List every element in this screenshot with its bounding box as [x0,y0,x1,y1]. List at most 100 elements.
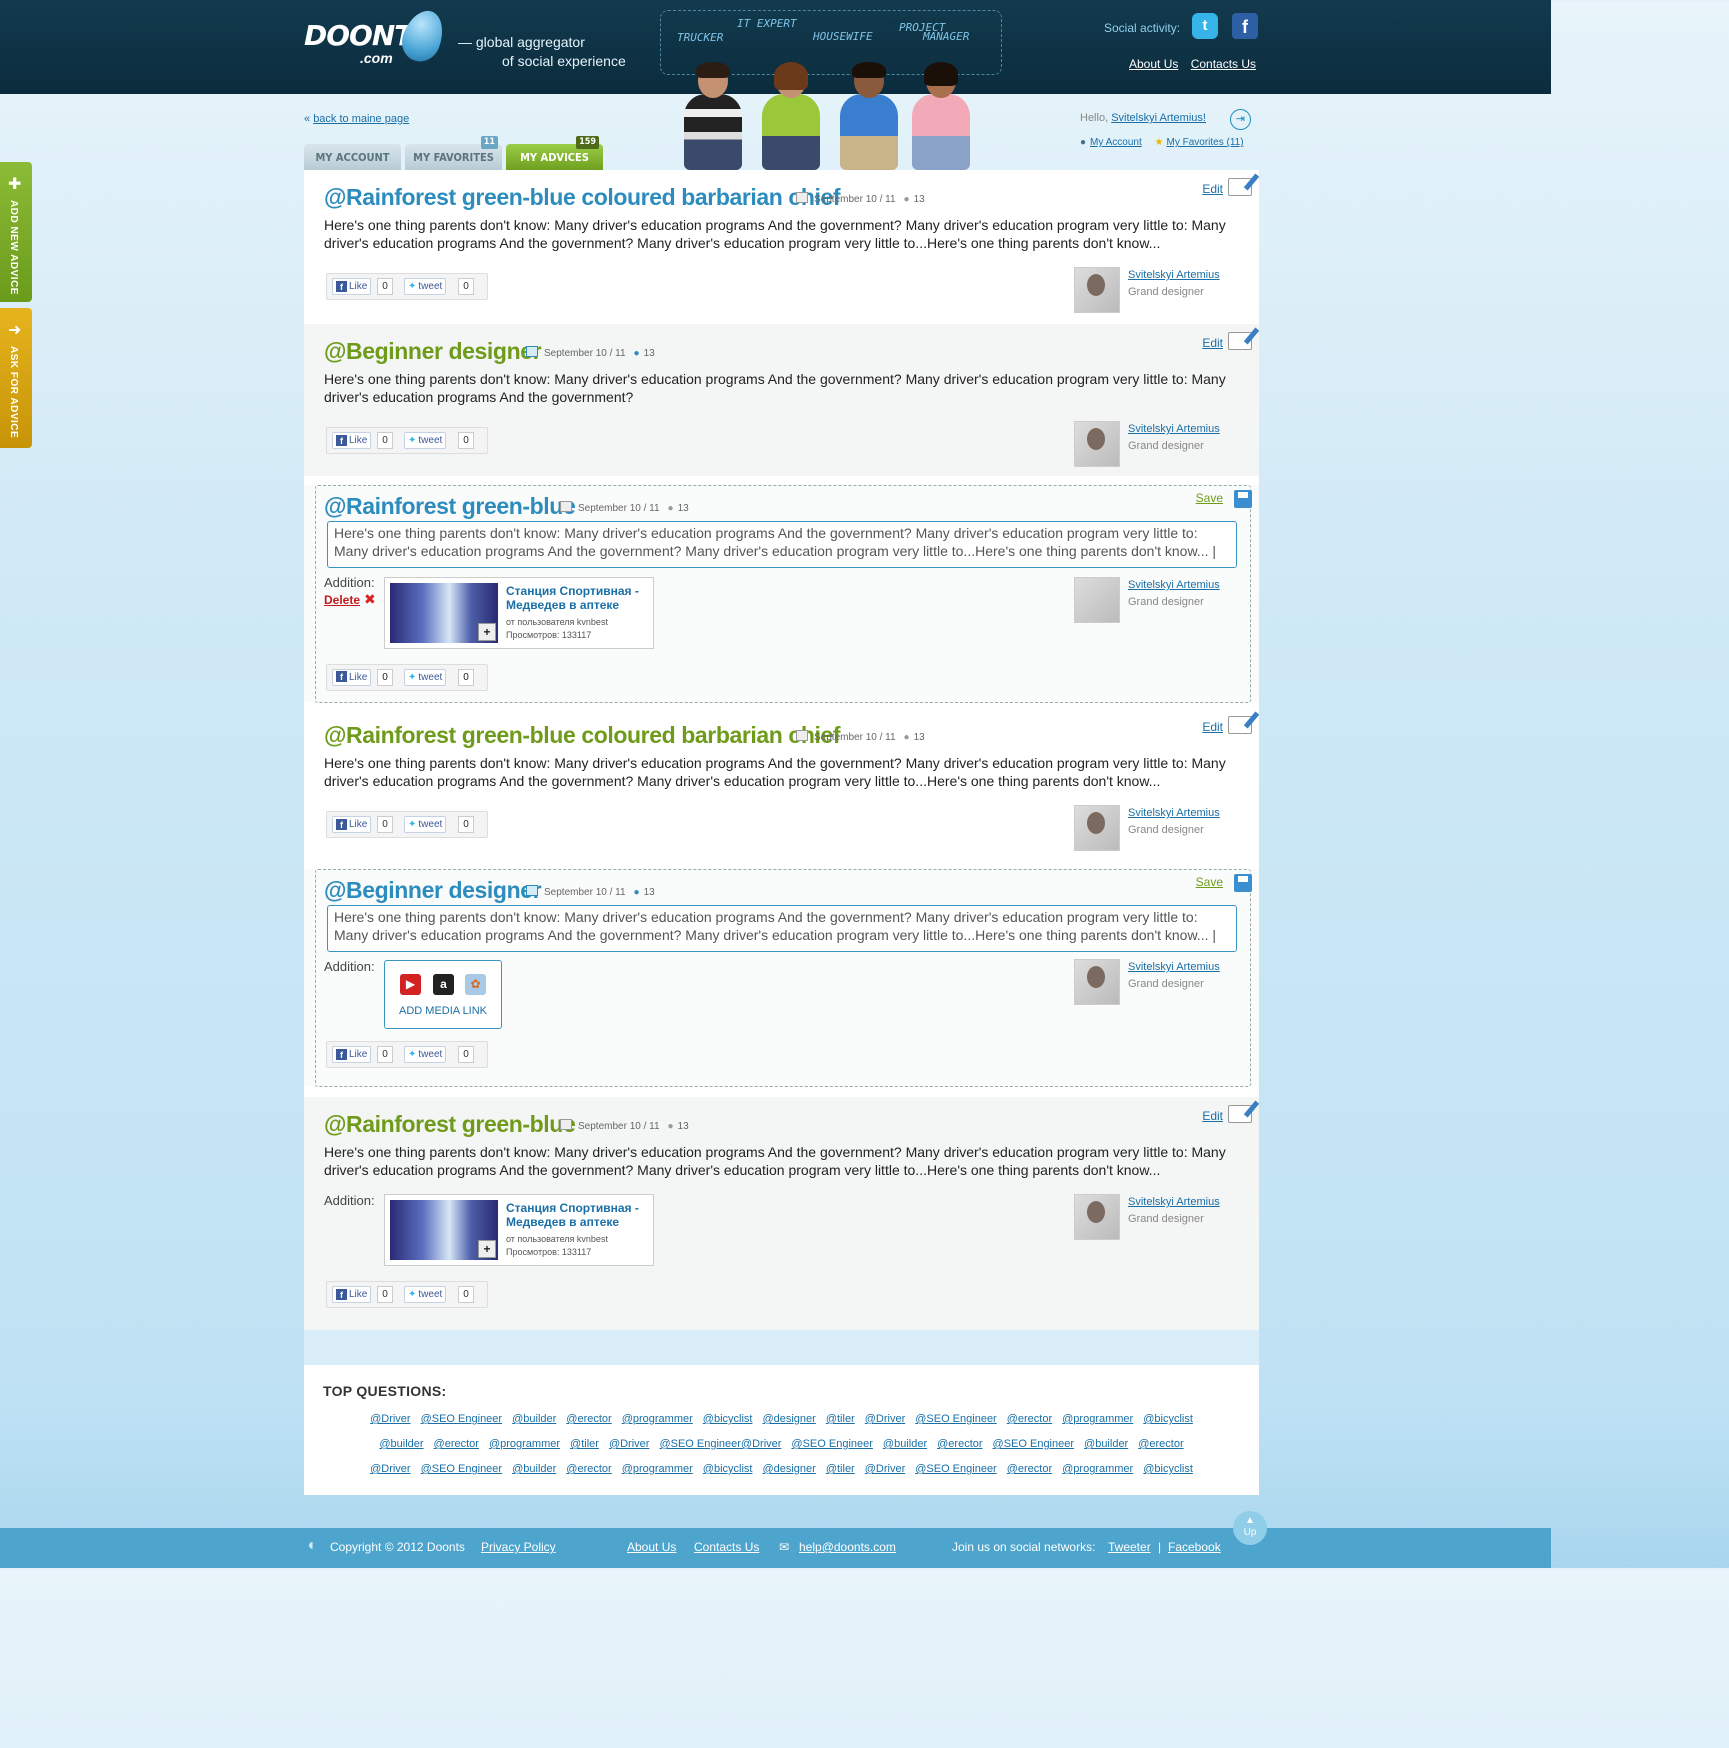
advice-title[interactable]: @Rainforest green-blue [324,1111,576,1138]
nav-about-us[interactable]: About Us [1129,57,1178,71]
my-account-link[interactable]: My Account [1090,137,1142,148]
avatar[interactable] [1074,805,1120,851]
edit-link[interactable]: Edit [1202,182,1223,196]
my-favorites-link[interactable]: My Favorites (11) [1167,137,1244,148]
comments-count[interactable]: 13 [678,503,689,514]
top-question-link[interactable]: @tiler [826,1463,855,1475]
delete-link[interactable]: Delete [324,593,360,607]
top-question-link[interactable]: @SEO Engineer [421,1413,503,1425]
tweet-button[interactable]: ✦ tweet [404,278,447,295]
user-name-link[interactable]: Svitelskyi Artemius! [1111,112,1206,124]
avatar[interactable] [1074,1194,1120,1240]
comments-count[interactable]: 13 [678,1121,689,1132]
edit-icon[interactable] [1228,178,1252,196]
top-question-link[interactable]: @bicyclist [703,1413,753,1425]
delete-icon[interactable]: ✖ [364,591,376,608]
save-icon[interactable] [1234,490,1252,508]
top-question-link[interactable]: @bicyclist [1143,1463,1193,1475]
video-title[interactable]: Станция Спортивная - Медведев в аптеке [506,1201,646,1229]
comments-count[interactable]: 13 [644,348,655,359]
advice-title[interactable]: @Rainforest green-blue [324,493,576,520]
author-name-link[interactable]: Svitelskyi Artemius [1128,961,1220,973]
edit-link[interactable]: Edit [1202,720,1223,734]
add-media-link-label[interactable]: ADD MEDIA LINK [399,1005,487,1017]
top-question-link[interactable]: @erector [937,1438,982,1450]
advice-title[interactable]: @Rainforest green-blue coloured barbaria… [324,184,841,211]
top-question-link[interactable]: @Driver [865,1463,906,1475]
top-question-link[interactable]: @designer [762,1413,815,1425]
tweet-button[interactable]: ✦ tweet [404,432,447,449]
save-icon[interactable] [1234,874,1252,892]
edit-icon[interactable] [1228,332,1252,350]
like-button[interactable]: f Like [332,816,372,833]
top-question-link[interactable]: @erector [566,1413,611,1425]
tweet-button[interactable]: ✦ tweet [404,816,447,833]
avatar[interactable] [1074,959,1120,1005]
author-name-link[interactable]: Svitelskyi Artemius [1128,807,1220,819]
tweet-button[interactable]: ✦ tweet [404,1286,447,1303]
amazon-icon[interactable]: a [433,974,454,995]
footer-tweeter-link[interactable]: Tweeter [1108,1540,1151,1554]
tweet-button[interactable]: ✦ tweet [404,1046,447,1063]
save-link[interactable]: Save [1196,491,1223,505]
top-question-link[interactable]: @SEO Engineer [915,1413,997,1425]
ask-for-advice-tab[interactable]: ➜ ASK FOR ADVICE [0,308,32,448]
edit-link[interactable]: Edit [1202,1109,1223,1123]
picasa-icon[interactable]: ✿ [465,974,486,995]
footer-contacts-link[interactable]: Contacts Us [694,1540,759,1554]
advice-body-editor[interactable]: Here's one thing parents don't know: Man… [327,521,1237,568]
author-name-link[interactable]: Svitelskyi Artemius [1128,423,1220,435]
top-question-link[interactable]: @erector [566,1463,611,1475]
nav-contacts-us[interactable]: Contacts Us [1191,57,1256,71]
top-question-link[interactable]: @Driver [370,1463,411,1475]
top-question-link[interactable]: @designer [762,1463,815,1475]
scroll-up-button[interactable]: ▲ Up [1233,1511,1267,1545]
logout-icon[interactable]: ⇥ [1230,109,1251,130]
site-logo[interactable]: DOONTS .com [304,5,450,67]
save-link[interactable]: Save [1196,875,1223,889]
footer-email-link[interactable]: help@doonts.com [799,1540,896,1554]
top-question-link[interactable]: @SEO Engineer@Driver [659,1438,781,1450]
avatar[interactable] [1074,421,1120,467]
top-question-link[interactable]: @SEO Engineer [993,1438,1075,1450]
top-question-link[interactable]: @builder [512,1413,556,1425]
tab-my-advices[interactable]: MY ADVICES 159 [506,136,603,170]
edit-link[interactable]: Edit [1202,336,1223,350]
top-question-link[interactable]: @erector [1007,1413,1052,1425]
tab-my-favorites[interactable]: MY FAVORITES 11 [405,136,502,170]
add-media-link-box[interactable]: ▶ a ✿ ADD MEDIA LINK [384,960,502,1029]
top-question-link[interactable]: @programmer [1062,1463,1133,1475]
top-question-link[interactable]: @programmer [1062,1413,1133,1425]
top-question-link[interactable]: @erector [1007,1463,1052,1475]
plus-icon[interactable]: + [478,1240,496,1258]
top-question-link[interactable]: @bicyclist [1143,1413,1193,1425]
like-button[interactable]: f Like [332,1286,372,1303]
top-question-link[interactable]: @erector [1138,1438,1183,1450]
top-question-link[interactable]: @builder [1084,1438,1128,1450]
comments-count[interactable]: 13 [914,194,925,205]
like-button[interactable]: f Like [332,432,372,449]
comments-count[interactable]: 13 [644,887,655,898]
twitter-icon[interactable]: t [1192,13,1218,39]
footer-about-link[interactable]: About Us [627,1540,676,1554]
back-link[interactable]: « back to maine page [304,113,409,125]
top-question-link[interactable]: @programmer [622,1463,693,1475]
back-link-text[interactable]: back to maine page [313,113,409,125]
top-question-link[interactable]: @programmer [622,1413,693,1425]
top-question-link[interactable]: @bicyclist [703,1463,753,1475]
author-name-link[interactable]: Svitelskyi Artemius [1128,1196,1220,1208]
facebook-icon[interactable]: f [1232,13,1258,39]
like-button[interactable]: f Like [332,278,372,295]
author-name-link[interactable]: Svitelskyi Artemius [1128,269,1220,281]
comments-count[interactable]: 13 [914,732,925,743]
top-question-link[interactable]: @programmer [489,1438,560,1450]
top-question-link[interactable]: @builder [379,1438,423,1450]
top-question-link[interactable]: @SEO Engineer [791,1438,873,1450]
advice-title[interactable]: @Beginner designer [324,338,542,365]
top-question-link[interactable]: @builder [512,1463,556,1475]
top-question-link[interactable]: @SEO Engineer [421,1463,503,1475]
top-question-link[interactable]: @tiler [570,1438,599,1450]
youtube-icon[interactable]: ▶ [400,974,421,995]
footer-facebook-link[interactable]: Facebook [1168,1540,1221,1554]
top-question-link[interactable]: @builder [883,1438,927,1450]
